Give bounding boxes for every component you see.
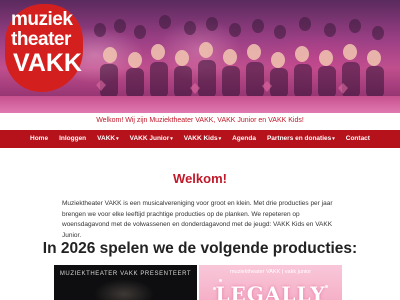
nav-item-contact[interactable]: Contact (340, 130, 375, 148)
caret-down-icon: ▾ (170, 136, 173, 142)
poster-caption: muziektheater VAKK | vakk junior (229, 269, 312, 275)
sparkle-decoration (213, 287, 216, 290)
caret-down-icon: ▾ (116, 136, 119, 142)
nav-label: VAKK Junior (129, 135, 170, 142)
poster-title: LEGALLY (215, 282, 326, 300)
nav-label: Partners en donaties (266, 135, 332, 142)
nav-label: VAKK (97, 135, 116, 142)
logo-line-2: theater (11, 29, 71, 50)
sparkle-decoration (219, 279, 222, 282)
nav-item-vakk[interactable]: VAKK▾ (92, 130, 124, 148)
nav-item-vakk-kids[interactable]: VAKK Kids▾ (178, 130, 226, 148)
intro-paragraph: Muziektheater VAKK is een musicalverenig… (62, 200, 333, 239)
sparkle-decoration (325, 285, 328, 288)
welcome-banner: Welkom! Wij zijn Muziektheater VAKK, VAK… (0, 113, 400, 129)
nav-item-partners[interactable]: Partners en donaties▾ (261, 130, 340, 148)
caret-down-icon: ▾ (218, 136, 222, 142)
production-poster[interactable]: MUZIEKTHEATER VAKK PRESENTEERT (54, 265, 197, 300)
nav-label: Home (30, 135, 49, 142)
stage-floor (0, 96, 400, 113)
production-poster-legally[interactable]: muziektheater VAKK | vakk junior LEGALLY (199, 265, 342, 300)
nav-label: Contact (345, 135, 370, 142)
main-navigation: Home Inloggen VAKK▾ VAKK Junior▾ VAKK Ki… (0, 130, 400, 148)
hero-banner: muziek theater VAKK (0, 0, 400, 113)
poster-caption: MUZIEKTHEATER VAKK PRESENTEERT (59, 271, 192, 277)
nav-label: Inloggen (59, 135, 87, 142)
nav-label: Agenda (232, 135, 256, 142)
productions-heading: In 2026 spelen we de volgende producties… (42, 240, 358, 257)
logo-line-1: muziek (11, 9, 73, 30)
caret-down-icon: ▾ (332, 136, 335, 142)
nav-item-agenda[interactable]: Agenda (227, 130, 262, 148)
nav-item-home[interactable]: Home (25, 130, 54, 148)
logo-line-3: VAKK (13, 49, 82, 77)
nav-item-vakk-junior[interactable]: VAKK Junior▾ (124, 130, 178, 148)
poster-artwork (94, 279, 154, 300)
nav-label: VAKK Kids (183, 135, 218, 142)
page-title: Welkom! (173, 171, 227, 186)
nav-item-inloggen[interactable]: Inloggen (54, 130, 92, 148)
site-logo[interactable]: muziek theater VAKK (5, 4, 83, 92)
